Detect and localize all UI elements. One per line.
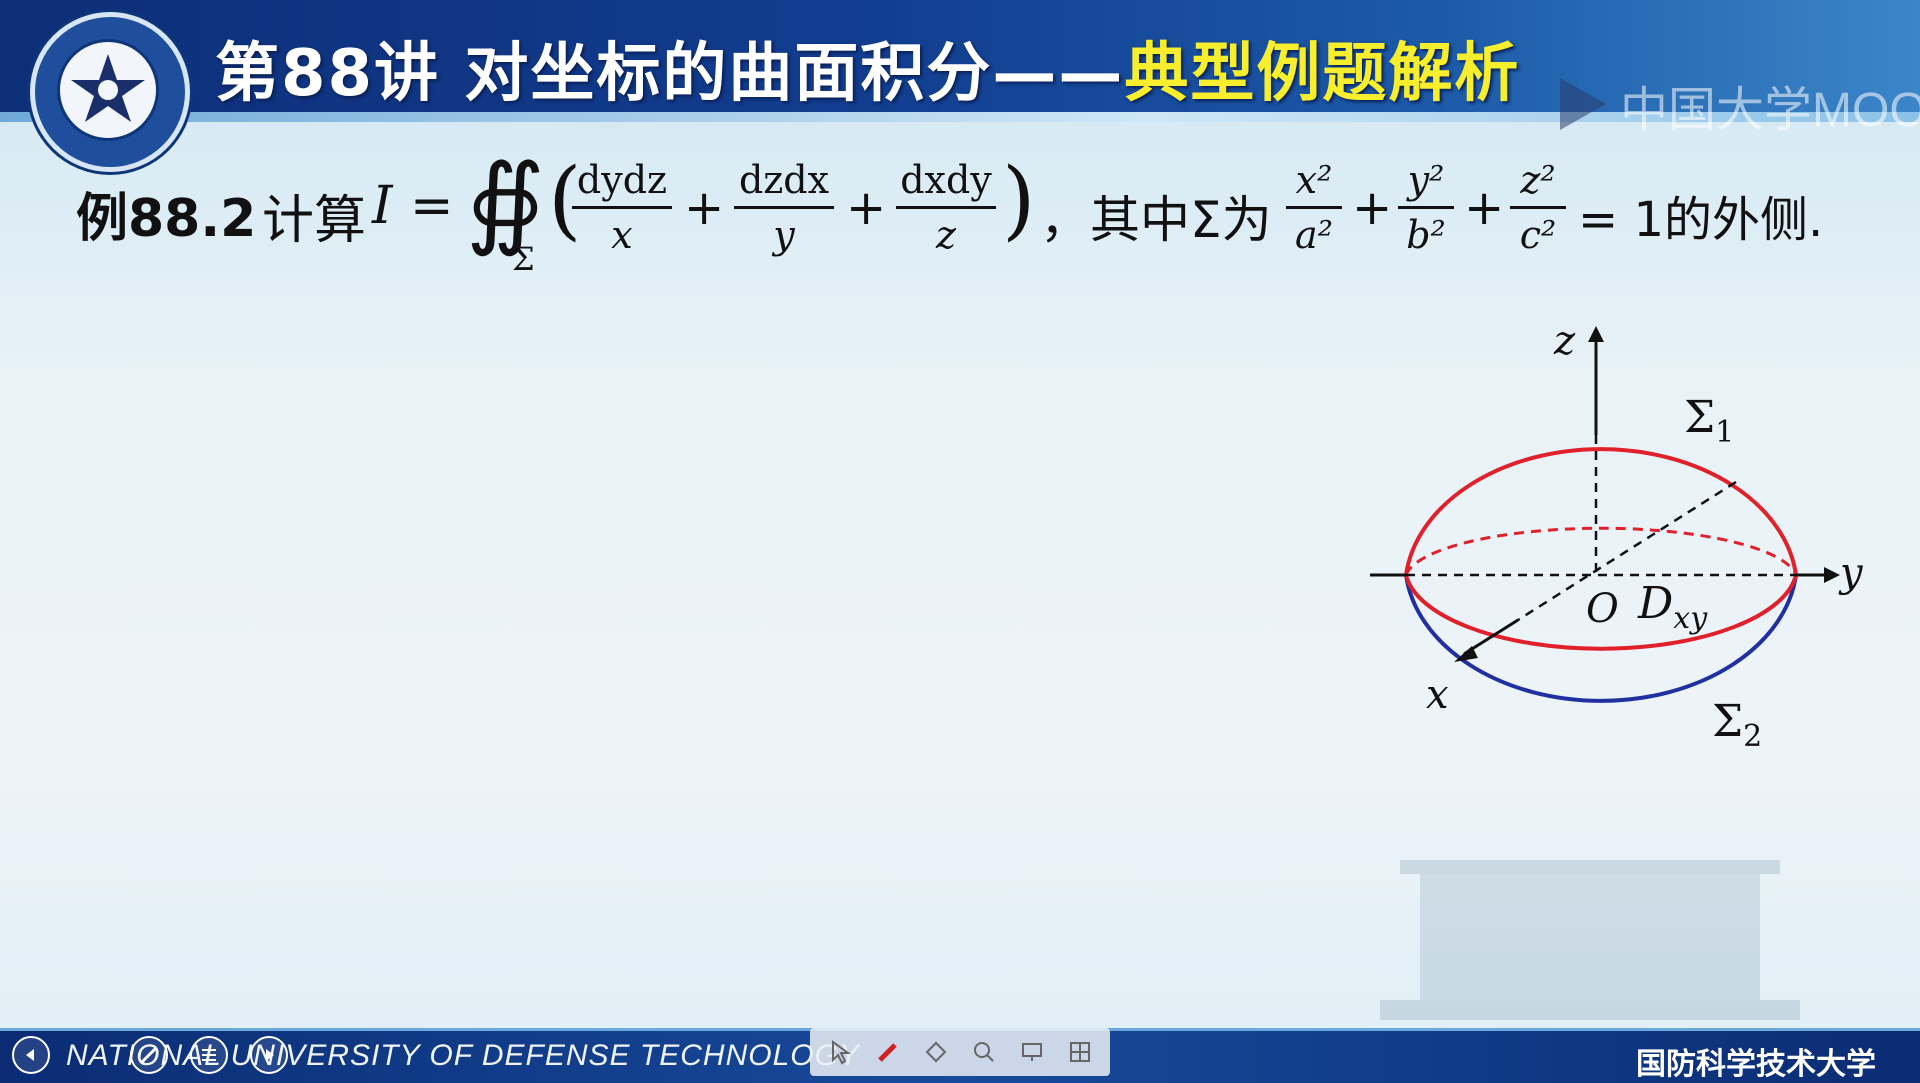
sigma2-subscript: 2 — [1743, 718, 1763, 754]
presenter-toolbar — [810, 1028, 1110, 1076]
x-axis-label: x — [1426, 672, 1449, 718]
sigma1-symbol: Σ — [1684, 392, 1716, 443]
region-subscript: xy — [1673, 600, 1708, 636]
ellipsoid-diagram — [1370, 326, 1840, 703]
university-name-en: NATIONAL UNIVERSITY OF DEFENSE TECHNOLOG… — [66, 1039, 860, 1072]
fraction-dydz-over-x: dydz x — [572, 158, 672, 257]
fraction-x2-over-a2: x² a² — [1286, 158, 1342, 257]
pointer-tool[interactable] — [820, 1032, 860, 1072]
equals-sign: = — [410, 176, 454, 236]
pen-icon — [878, 1043, 897, 1062]
integral-subscript: Σ — [512, 240, 535, 278]
fraction-denominator: c² — [1519, 213, 1557, 257]
y-axis-label: y — [1840, 550, 1863, 596]
origin-label: O — [1586, 586, 1619, 632]
region-letter: D — [1638, 578, 1674, 629]
fraction-numerator: dydz — [576, 158, 668, 202]
upper-surface-sigma1 — [1404, 447, 1798, 576]
fraction-numerator: x² — [1295, 158, 1333, 202]
plus-sign: + — [1352, 180, 1393, 236]
plus-sign: + — [846, 180, 887, 236]
grid-tool[interactable] — [1060, 1032, 1100, 1072]
pointer-icon — [832, 1040, 852, 1065]
arrow-left-icon — [26, 1049, 34, 1061]
next-slide-button[interactable] — [250, 1036, 288, 1074]
title-text: 第88讲 对坐标的曲面积分—— — [215, 37, 1125, 111]
menu-icon — [202, 1049, 216, 1061]
grid-icon — [1070, 1042, 1090, 1062]
pen-tool-button[interactable] — [130, 1036, 168, 1074]
integral-name: I — [372, 176, 393, 236]
title-accent: 典型例题解析 — [1124, 37, 1521, 111]
region-label: Dxy — [1638, 578, 1707, 636]
sigma2-label: Σ2 — [1712, 696, 1762, 754]
y-axis-arrow-icon — [1824, 567, 1840, 583]
fraction-z2-over-c2: z² c² — [1510, 158, 1566, 257]
fraction-bar — [1510, 206, 1566, 209]
screen-tool[interactable] — [1012, 1032, 1052, 1072]
fraction-denominator: x — [611, 213, 633, 257]
fraction-numerator: y² — [1407, 158, 1445, 202]
menu-button[interactable] — [190, 1036, 228, 1074]
plus-sign: + — [684, 180, 725, 236]
sigma2-symbol: Σ — [1712, 696, 1744, 747]
zoom-tool[interactable] — [964, 1032, 1004, 1072]
fraction-denominator: b² — [1406, 213, 1446, 257]
mooc-watermark: 中国大学MOOC — [1620, 84, 1920, 137]
prev-slide-button[interactable] — [12, 1036, 50, 1074]
sigma1-subscript: 1 — [1715, 414, 1735, 450]
screen-icon — [1022, 1043, 1042, 1061]
zoom-icon — [974, 1042, 994, 1062]
arrow-right-icon — [266, 1049, 274, 1061]
where-text: ，其中Σ为 — [1040, 191, 1272, 249]
logo-emblem — [57, 39, 159, 141]
university-logo — [30, 12, 190, 172]
fraction-denominator: y — [773, 213, 795, 257]
star-icon — [71, 54, 145, 122]
right-paren: ) — [1002, 150, 1036, 250]
sigma1-label: Σ1 — [1684, 392, 1734, 450]
fraction-numerator: z² — [1520, 158, 1556, 202]
fraction-bar — [1398, 206, 1454, 209]
fraction-bar — [896, 206, 996, 209]
pen-tool[interactable] — [868, 1032, 908, 1072]
slide-title: 第88讲 对坐标的曲面积分——典型例题解析 — [215, 22, 1520, 114]
compute-text: 计算 — [262, 191, 367, 251]
play-icon — [1560, 78, 1606, 130]
eraser-tool[interactable] — [916, 1032, 956, 1072]
fraction-denominator: a² — [1295, 213, 1333, 257]
fraction-dzdx-over-y: dzdx y — [734, 158, 834, 257]
pencil-icon — [140, 1046, 158, 1064]
fraction-numerator: dxdy — [900, 158, 992, 202]
z-axis-arrow-icon — [1588, 326, 1604, 342]
fraction-denominator: z — [935, 213, 957, 257]
fraction-bar — [734, 206, 834, 209]
fraction-bar — [1286, 206, 1342, 209]
fraction-bar — [572, 206, 672, 209]
university-name-cn: 国防科学技术大学 — [1636, 1047, 1876, 1082]
z-axis-label: z — [1554, 318, 1576, 364]
eraser-icon — [925, 1041, 947, 1063]
example-label: 例88.2 — [76, 189, 257, 249]
building-watermark — [1380, 860, 1800, 1020]
fraction-dxdy-over-z: dxdy z — [896, 158, 996, 257]
fraction-numerator: dzdx — [738, 158, 830, 202]
equals-one-outer-side: = 1的外侧. — [1578, 192, 1824, 248]
plus-sign: + — [1464, 180, 1505, 236]
fraction-y2-over-b2: y² b² — [1398, 158, 1454, 257]
